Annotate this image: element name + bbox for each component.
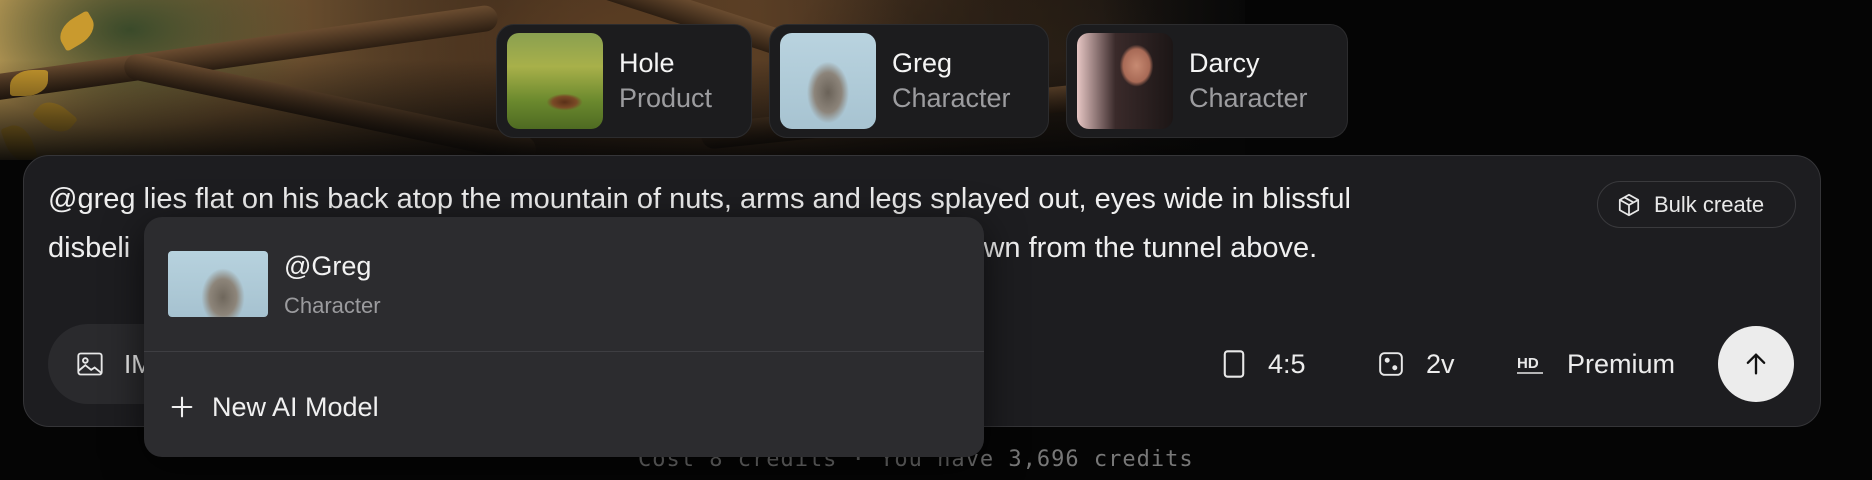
quality-option[interactable]: HD Premium (1515, 344, 1675, 384)
submit-button[interactable] (1718, 326, 1794, 402)
portrait-frame-icon (1223, 350, 1245, 378)
new-ai-model-label: New AI Model (212, 391, 379, 422)
model-thumbnail (780, 33, 876, 129)
mention-option-type: Character (284, 293, 381, 318)
model-thumbnail (1077, 33, 1173, 129)
bulk-create-button[interactable]: Bulk create (1597, 181, 1796, 228)
prompt-line-2-start: disbeli (48, 232, 131, 264)
dice-icon (1379, 352, 1403, 376)
new-ai-model-button[interactable]: New AI Model (168, 387, 379, 427)
aspect-ratio-option[interactable]: 4:5 (1222, 344, 1306, 384)
image-icon (77, 352, 103, 376)
model-type: Character (892, 83, 1011, 113)
model-chip-hole[interactable]: Hole Product (496, 24, 752, 138)
aspect-ratio-value: 4:5 (1268, 348, 1306, 379)
model-chip-greg[interactable]: Greg Character (769, 24, 1049, 138)
prompt-line-2-end: down from the tunnel above. (951, 232, 1318, 264)
model-type: Product (619, 83, 713, 113)
mention-option-name: @Greg (284, 251, 372, 281)
quality-value: Premium (1567, 348, 1676, 379)
model-chip-darcy[interactable]: Darcy Character (1066, 24, 1348, 138)
model-name: Greg (892, 48, 953, 78)
bulk-create-label: Bulk create (1654, 191, 1765, 217)
mention-option-thumbnail (168, 251, 268, 317)
cube-icon (1618, 193, 1640, 216)
variations-option[interactable]: 2v (1378, 344, 1455, 384)
dropdown-divider (144, 351, 984, 352)
mention-option-greg[interactable]: @Greg Character (144, 217, 984, 351)
variations-value: 2v (1426, 348, 1455, 379)
svg-text:HD: HD (1517, 355, 1539, 372)
model-name: Darcy (1189, 48, 1260, 78)
arrow-up-icon (1746, 353, 1766, 375)
model-name: Hole (619, 48, 675, 78)
model-thumbnail (507, 33, 603, 129)
mention-dropdown: @Greg Character New AI Model (144, 217, 984, 457)
plus-icon (171, 396, 193, 418)
hd-icon: HD (1517, 355, 1543, 374)
model-type: Character (1189, 83, 1308, 113)
